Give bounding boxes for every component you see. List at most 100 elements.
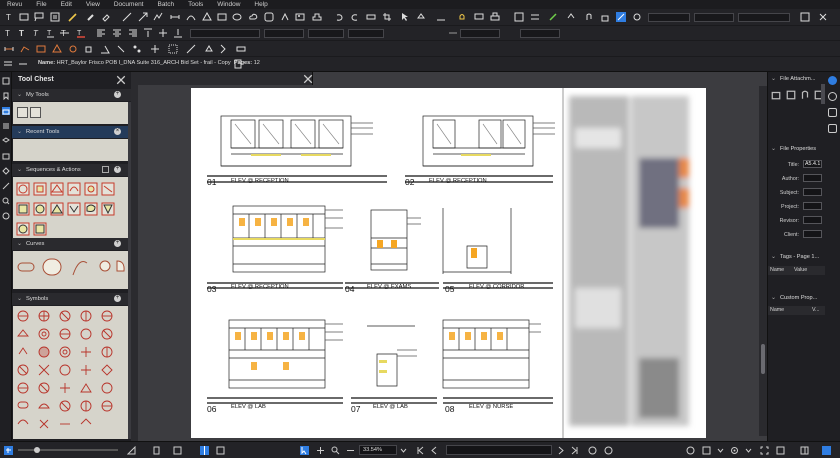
attachments-icon[interactable] bbox=[828, 124, 837, 133]
settings-icon[interactable] bbox=[632, 12, 642, 22]
strikethrough-icon[interactable]: T bbox=[60, 28, 70, 38]
panel-splitter[interactable] bbox=[131, 72, 138, 441]
folder-icon[interactable] bbox=[771, 90, 781, 100]
next-page-icon[interactable] bbox=[556, 446, 565, 455]
pan-icon[interactable] bbox=[316, 446, 325, 455]
arrow-tool-icon[interactable] bbox=[138, 12, 148, 22]
section-sequences-actions[interactable]: ⌄ Sequences & Actions + bbox=[12, 164, 131, 176]
diameter-measure-icon[interactable] bbox=[68, 44, 78, 54]
calibrate-icon[interactable] bbox=[150, 44, 160, 54]
dynamic-fill-icon[interactable] bbox=[204, 44, 214, 54]
split-view-icon[interactable] bbox=[200, 446, 209, 455]
clear-icon[interactable]: × bbox=[114, 128, 121, 135]
polylength-measure-icon[interactable] bbox=[20, 44, 30, 54]
panel-toggle-icon[interactable] bbox=[800, 446, 809, 455]
line-width-dropdown[interactable] bbox=[694, 13, 734, 22]
drawing-sheet[interactable]: 01 ELEV @ RECEPTION 02 ELEV @ RECEPTION … bbox=[191, 88, 706, 438]
add-icon[interactable]: + bbox=[114, 295, 121, 302]
grid-icon[interactable] bbox=[514, 12, 524, 22]
cloud-plus-tool-icon[interactable] bbox=[264, 12, 274, 22]
search-panel-icon[interactable] bbox=[2, 197, 10, 205]
document-viewer[interactable]: 01 ELEV @ RECEPTION 02 ELEV @ RECEPTION … bbox=[138, 72, 767, 441]
count-measure-icon[interactable] bbox=[132, 44, 142, 54]
line-start-icon[interactable] bbox=[448, 28, 458, 38]
volume-measure-icon[interactable] bbox=[84, 44, 94, 54]
print-icon[interactable] bbox=[490, 12, 500, 22]
radius-measure-icon[interactable] bbox=[116, 44, 126, 54]
font-family-dropdown[interactable] bbox=[190, 29, 260, 38]
eraser-tool-icon[interactable] bbox=[101, 12, 111, 22]
first-page-icon[interactable] bbox=[416, 446, 425, 455]
line-color-icon[interactable] bbox=[436, 12, 446, 22]
ellipse-tool-icon[interactable] bbox=[232, 12, 242, 22]
color-dropdown[interactable] bbox=[738, 13, 790, 22]
menu-file[interactable]: File bbox=[29, 0, 53, 9]
zoom-icon[interactable] bbox=[331, 446, 340, 455]
sketch-tool-icon[interactable] bbox=[280, 12, 290, 22]
area-measure-icon[interactable] bbox=[36, 44, 46, 54]
scroll-thumb[interactable] bbox=[761, 344, 765, 374]
spaces-icon[interactable] bbox=[2, 212, 10, 220]
menu-document[interactable]: Document bbox=[107, 0, 151, 9]
arc-tool-icon[interactable] bbox=[186, 12, 196, 22]
text-tool-icon[interactable]: T bbox=[4, 12, 14, 22]
valign-top-icon[interactable] bbox=[143, 28, 153, 38]
attach-icon[interactable] bbox=[800, 90, 809, 99]
settings-icon[interactable] bbox=[730, 446, 739, 455]
file-access-icon[interactable] bbox=[2, 152, 10, 160]
cutout-icon[interactable] bbox=[168, 44, 178, 54]
grid-view-icon[interactable] bbox=[216, 446, 225, 455]
properties-icon[interactable] bbox=[828, 108, 837, 117]
section-curves[interactable]: ⌄ Curves + bbox=[12, 238, 131, 250]
save-attachment-icon[interactable] bbox=[786, 90, 796, 100]
sequence-tool-shapes[interactable] bbox=[13, 177, 130, 242]
opacity-slider[interactable] bbox=[18, 447, 118, 453]
valign-bottom-icon[interactable] bbox=[173, 28, 183, 38]
symbol-tool-grid[interactable] bbox=[13, 306, 130, 439]
zoom-out-icon[interactable] bbox=[346, 446, 355, 455]
links-icon[interactable] bbox=[2, 182, 10, 190]
subject-field[interactable] bbox=[803, 188, 822, 196]
redo-icon[interactable] bbox=[350, 12, 360, 22]
cloud-tool-icon[interactable] bbox=[248, 12, 258, 22]
close-toolbar-icon[interactable] bbox=[818, 12, 828, 22]
curve-tool-shapes[interactable] bbox=[13, 251, 130, 289]
sketch-to-scale-icon[interactable] bbox=[186, 44, 196, 54]
length-measure-icon[interactable] bbox=[4, 44, 14, 54]
close-tab-icon[interactable] bbox=[303, 74, 313, 84]
document-vertical-scrollbar[interactable] bbox=[759, 86, 767, 436]
layers-icon[interactable] bbox=[2, 137, 10, 145]
client-field[interactable] bbox=[803, 230, 822, 238]
author-field[interactable] bbox=[803, 174, 822, 182]
lock-icon[interactable] bbox=[600, 12, 610, 22]
menu-edit[interactable]: Edit bbox=[54, 0, 79, 9]
line-end-dropdown[interactable] bbox=[460, 29, 500, 38]
select-icon[interactable] bbox=[400, 12, 410, 22]
grid-icon[interactable] bbox=[102, 166, 109, 173]
zoom-dropdown-icon[interactable] bbox=[399, 446, 408, 455]
measure-icon[interactable] bbox=[126, 445, 136, 455]
document-tab[interactable] bbox=[138, 72, 313, 85]
menu-window[interactable]: Window bbox=[210, 0, 247, 9]
polygon-tool-icon[interactable] bbox=[202, 12, 212, 22]
dropdown-icon[interactable] bbox=[716, 446, 725, 455]
tool-swatch[interactable] bbox=[30, 107, 41, 118]
textbox-tool-icon[interactable] bbox=[19, 12, 29, 22]
add-icon[interactable]: + bbox=[114, 166, 121, 173]
line-style-dropdown[interactable] bbox=[648, 13, 690, 22]
document-properties-icon[interactable] bbox=[233, 59, 243, 69]
line-tool-icon[interactable] bbox=[122, 12, 132, 22]
toolbar-options-icon[interactable] bbox=[800, 12, 810, 22]
font-icon[interactable]: T bbox=[4, 28, 14, 38]
section-my-tools[interactable]: ⌄ My Tools + bbox=[12, 89, 131, 101]
fill-icon[interactable] bbox=[416, 12, 426, 22]
dropdown-icon[interactable] bbox=[744, 446, 753, 455]
hatch-dropdown[interactable] bbox=[520, 29, 560, 38]
project-field[interactable] bbox=[803, 202, 822, 210]
text-color-icon[interactable]: T bbox=[76, 28, 86, 38]
angle-measure-icon[interactable] bbox=[100, 44, 110, 54]
align-left-icon[interactable] bbox=[96, 28, 106, 38]
fullscreen-icon[interactable] bbox=[760, 446, 769, 455]
grid-snap-icon[interactable] bbox=[4, 446, 13, 455]
highlighter-tool-icon[interactable] bbox=[86, 12, 96, 22]
